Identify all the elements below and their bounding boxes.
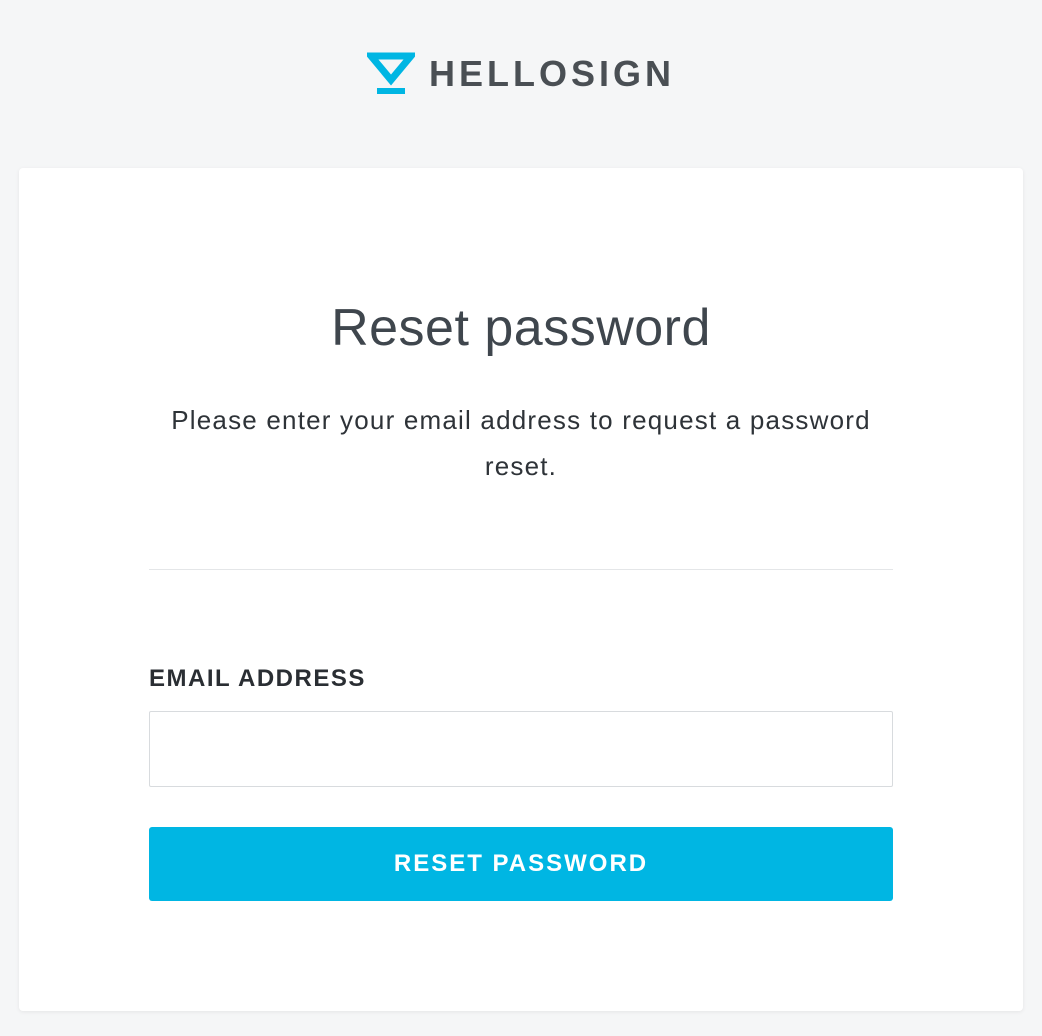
card-subtitle: Please enter your email address to reque…	[149, 398, 893, 489]
brand-logo: HELLOSIGN	[367, 50, 675, 98]
divider	[149, 569, 893, 570]
hellosign-logo-icon	[367, 50, 415, 98]
brand-name: HELLOSIGN	[429, 53, 675, 95]
email-label: EMAIL ADDRESS	[149, 665, 893, 693]
email-input[interactable]	[149, 711, 893, 787]
page-container: HELLOSIGN Reset password Please enter yo…	[0, 0, 1042, 1011]
reset-password-card: Reset password Please enter your email a…	[19, 168, 1023, 1011]
reset-password-button[interactable]: RESET PASSWORD	[149, 827, 893, 901]
card-title: Reset password	[149, 298, 893, 358]
